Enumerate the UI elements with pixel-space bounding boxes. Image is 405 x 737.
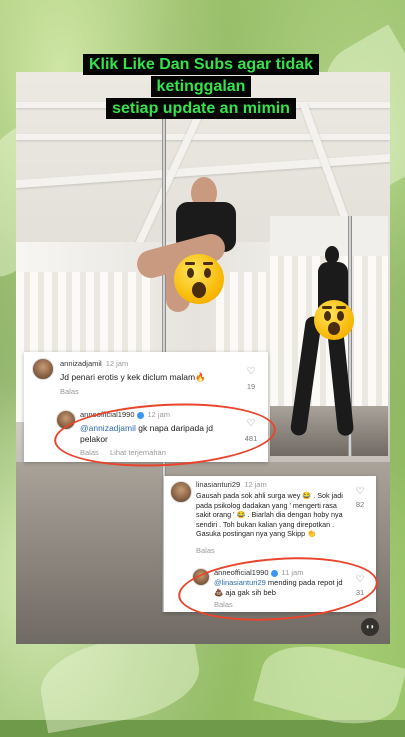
avatar[interactable] [32, 358, 54, 380]
shocked-face-emoji [174, 254, 224, 304]
heart-icon[interactable]: ♡ [245, 366, 257, 377]
like-count: 19 [246, 382, 256, 391]
comment-text: Gausah pada sok ahli surga wey 😂 . Sok j… [196, 491, 343, 538]
comment-time: 12 jam [105, 359, 129, 368]
comment-time: 12 jam [244, 480, 267, 489]
username-text[interactable]: annizadjamil [60, 359, 102, 368]
like-count: 82 [355, 500, 365, 509]
avatar[interactable] [170, 481, 192, 503]
username-text[interactable]: linasianturi29 [196, 480, 240, 489]
reply-button[interactable]: Balas [60, 387, 79, 396]
studio-floor [270, 406, 388, 456]
banner-line-1: Klik Like Dan Subs agar tidak ketinggala… [82, 54, 320, 97]
comment-text: Jd penari erotis y kek diclum malam🔥 [60, 372, 206, 382]
comment-username[interactable]: linasianturi29 12 jam [196, 480, 267, 489]
reply-button[interactable]: Balas [196, 546, 215, 555]
banner-line-2: setiap update an mimin [106, 98, 296, 119]
heart-icon[interactable]: ♡ [354, 486, 366, 497]
inset-dance-photo [270, 216, 388, 456]
ceiling-beam [16, 134, 390, 140]
subscribe-banner: Klik Like Dan Subs agar tidak ketinggala… [40, 54, 362, 120]
shocked-face-emoji [314, 300, 354, 340]
comment-username[interactable]: annizadjamil 12 jam [60, 359, 128, 368]
watermark-icon: ◖◗ [361, 618, 379, 636]
